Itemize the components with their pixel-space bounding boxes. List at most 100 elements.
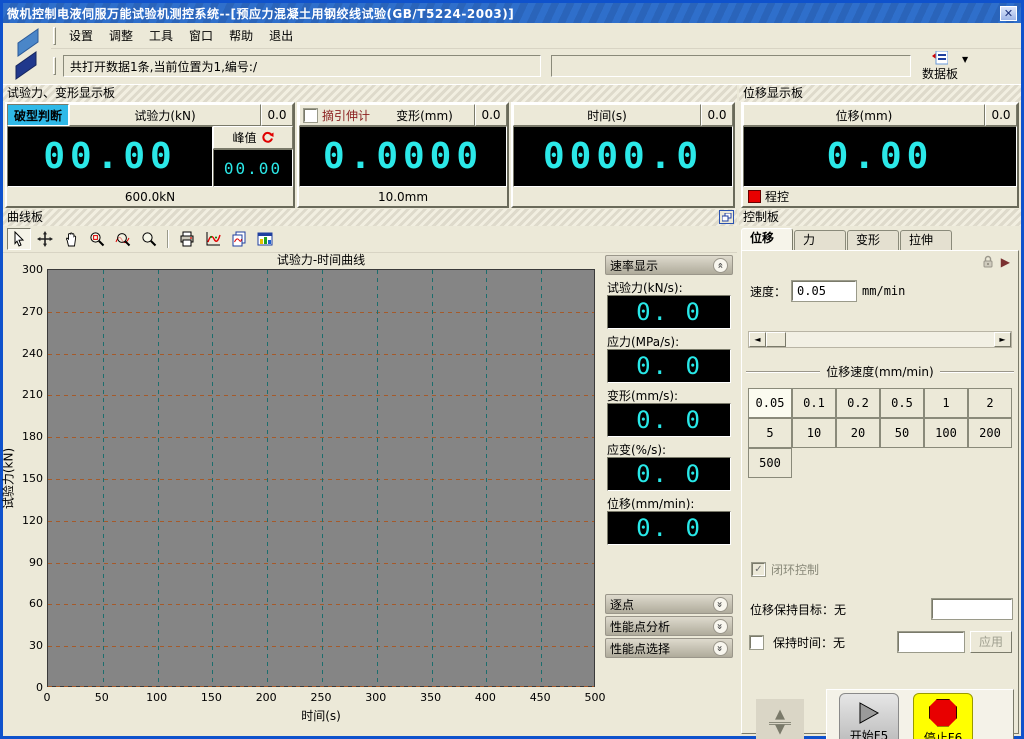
y-tick-label: 180 (9, 430, 43, 443)
accordion-header-1[interactable]: 逐点« (605, 594, 733, 614)
peak-reset-button[interactable]: 峰值 (213, 126, 293, 149)
x-tick-label: 450 (523, 691, 557, 704)
hand-tool-icon[interactable] (59, 228, 83, 250)
program-control-indicator (748, 190, 761, 203)
displacement-live-value: 0.0 (985, 104, 1017, 126)
app-logo-icon (5, 25, 49, 83)
speed-button-1[interactable]: 1 (924, 388, 968, 418)
chart-area: 试验力-时间曲线 试验力(kN) 03060901201501802102402… (7, 255, 603, 733)
print-icon[interactable] (175, 228, 199, 250)
curve-panel: 曲线板 试验力-时间曲线 试验力(kN) 0306090120150180210… (3, 209, 737, 736)
stop-button[interactable]: 停止F6 (913, 693, 973, 739)
closed-loop-checkbox[interactable]: ✓ (752, 563, 765, 576)
start-button[interactable]: 开始F5 (839, 693, 899, 739)
copy-curve-icon[interactable] (227, 228, 251, 250)
speed-button-0.05[interactable]: 0.05 (748, 388, 792, 418)
tab-力[interactable]: 力 (794, 230, 846, 250)
tab-位移[interactable]: 位移 (741, 228, 793, 250)
apply-button[interactable]: 应用 (970, 631, 1012, 653)
accordion-header-2[interactable]: 性能点分析« (605, 616, 733, 636)
jog-updown-button[interactable]: ▲ ▼ (756, 699, 804, 739)
window-title: 微机控制电液伺服万能试验机测控系统--[预应力混凝土用钢绞线试验(GB/T522… (7, 5, 1000, 22)
start-label: 开始F5 (850, 727, 889, 739)
app-window: 微机控制电液伺服万能试验机测控系统--[预应力混凝土用钢绞线试验(GB/T522… (0, 0, 1024, 739)
y-tick-label: 60 (9, 597, 43, 610)
displacement-header: 位移(mm) (743, 104, 985, 126)
speed-button-2[interactable]: 2 (968, 388, 1012, 418)
speed-button-50[interactable]: 50 (880, 418, 924, 448)
speed-button-0.2[interactable]: 0.2 (836, 388, 880, 418)
dropdown-caret-icon[interactable]: ▼ (962, 55, 968, 64)
hold-time-input[interactable] (898, 632, 964, 652)
x-tick-label: 0 (30, 691, 64, 704)
menu-item-5[interactable]: 帮助 (221, 25, 261, 46)
expand-chevron-icon[interactable]: « (713, 641, 728, 656)
force-deform-panel: 试验力、变形显示板 破型判断 试验力(kN) 0.0 00.00 (3, 85, 737, 209)
tab-拉伸[interactable]: 拉伸 (900, 230, 952, 250)
speed-button-100[interactable]: 100 (924, 418, 968, 448)
databoard-label: 数据板 (922, 65, 958, 82)
chart-plot[interactable] (47, 269, 595, 687)
displacement-panel-title: 位移显示板 (739, 85, 1021, 102)
menu-item-4[interactable]: 窗口 (181, 25, 221, 46)
start-play-icon (856, 701, 882, 725)
menu-bar: 设置调整工具窗口帮助退出 (51, 23, 1021, 49)
displacement-display-group: 位移(mm) 0.0 0.00 程控 (741, 102, 1019, 208)
y-tick-label: 210 (9, 388, 43, 401)
expand-chevron-icon[interactable]: « (713, 619, 728, 634)
data-window-icon[interactable] (253, 228, 277, 250)
tab-变形[interactable]: 变形 (847, 230, 899, 250)
speed-button-0.1[interactable]: 0.1 (792, 388, 836, 418)
force-header-button[interactable]: 试验力(kN) (69, 104, 261, 126)
speed-button-20[interactable]: 20 (836, 418, 880, 448)
scroll-right-icon[interactable]: ► (994, 332, 1011, 347)
curve-style-icon[interactable] (201, 228, 225, 250)
rate-panel-header[interactable]: 速率显示 « (605, 255, 733, 275)
speed-button-0.5[interactable]: 0.5 (880, 388, 924, 418)
databoard-button[interactable]: 数据板 ▼ (919, 50, 971, 83)
menu-item-2[interactable]: 调整 (101, 25, 141, 46)
speed-button-200[interactable]: 200 (968, 418, 1012, 448)
restore-panel-button[interactable] (719, 210, 734, 224)
hold-time-checkbox[interactable] (750, 636, 763, 649)
x-tick-label: 200 (249, 691, 283, 704)
pan-cross-icon[interactable] (33, 228, 57, 250)
zoom-data-icon[interactable] (111, 228, 135, 250)
menu-item-3[interactable]: 工具 (141, 25, 181, 46)
rate-item: 试验力(kN/s):0. 0 (607, 279, 731, 329)
extensometer-checkbox[interactable] (304, 109, 317, 122)
y-tick-label: 300 (9, 263, 43, 276)
hold-target-input[interactable] (932, 599, 1012, 619)
speed-button-10[interactable]: 10 (792, 418, 836, 448)
menu-item-6[interactable]: 退出 (261, 25, 301, 46)
y-tick-label: 90 (9, 556, 43, 569)
close-button[interactable]: ✕ (1000, 6, 1017, 21)
magnifier-icon[interactable] (137, 228, 161, 250)
collapse-chevron-icon[interactable]: « (713, 258, 728, 273)
y-tick-label: 270 (9, 305, 43, 318)
speed-button-500[interactable]: 500 (748, 448, 792, 478)
expand-chevron-icon[interactable]: « (713, 597, 728, 612)
scrollbar-thumb[interactable] (766, 332, 786, 347)
deform-range-label: 10.0mm (299, 187, 507, 206)
rate-panel-title: 速率显示 (610, 257, 713, 274)
force-range-label: 600.0kN (7, 187, 293, 206)
force-display-group: 破型判断 试验力(kN) 0.0 00.00 峰值 (5, 102, 295, 208)
toolbar-grip[interactable] (53, 57, 56, 75)
select-cursor-icon[interactable] (7, 228, 31, 250)
lock-icon (981, 255, 995, 269)
speed-button-5[interactable]: 5 (748, 418, 792, 448)
lower-row: 曲线板 试验力-时间曲线 试验力(kN) 0306090120150180210… (3, 209, 1021, 736)
scroll-left-icon[interactable]: ◄ (749, 332, 766, 347)
accordion-header-3[interactable]: 性能点选择« (605, 638, 733, 658)
speed-input[interactable] (792, 281, 856, 301)
rate-display: 0. 0 (607, 349, 731, 383)
speed-scrollbar[interactable]: ◄ ► (748, 331, 1012, 348)
toolbar-grip[interactable] (53, 27, 56, 45)
break-detect-button[interactable]: 破型判断 (7, 104, 69, 126)
menu-item-1[interactable]: 设置 (61, 25, 101, 46)
zoom-box-icon[interactable] (85, 228, 109, 250)
advance-icon[interactable]: ▶ (1001, 255, 1010, 269)
rate-item: 应变(%/s):0. 0 (607, 441, 731, 491)
rate-item: 变形(mm/s):0. 0 (607, 387, 731, 437)
